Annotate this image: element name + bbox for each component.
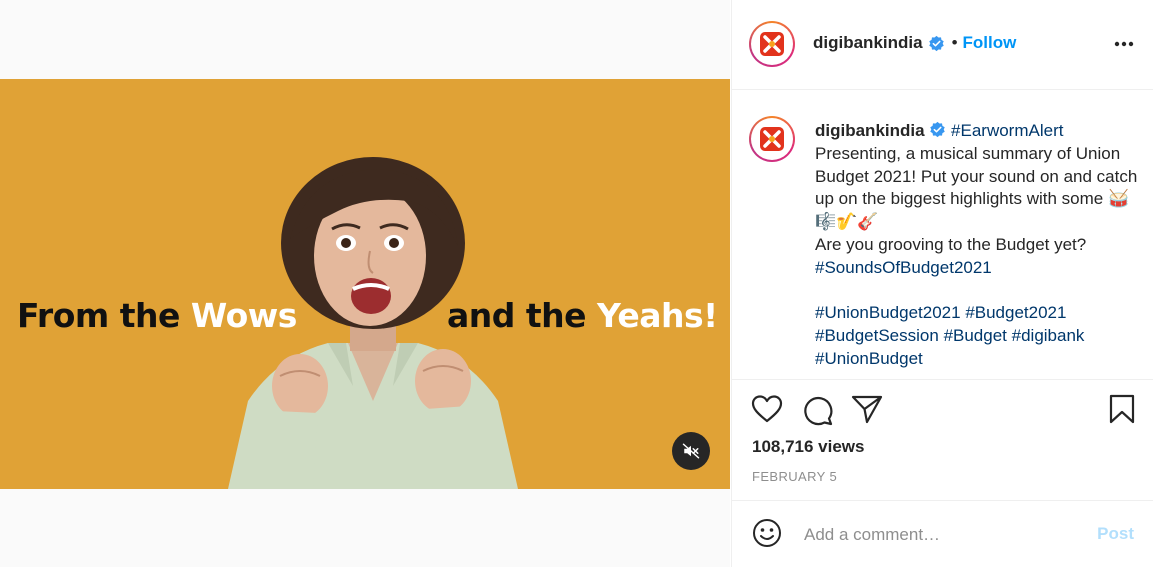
header-username[interactable]: digibankindia — [813, 33, 923, 53]
hashtag-digibank[interactable]: #digibank — [1012, 326, 1085, 345]
share-button[interactable] — [851, 394, 883, 429]
account-avatar[interactable] — [749, 21, 795, 67]
hashtag-budget[interactable]: #Budget — [944, 326, 1007, 345]
post-video[interactable]: From the Wows and the Yeahs! — [0, 79, 730, 489]
post-header: digibankindia • Follow — [732, 0, 1153, 90]
comment-button[interactable] — [801, 394, 833, 431]
more-dots-icon — [1114, 41, 1134, 47]
video-text-right-prefix: and the — [447, 296, 598, 335]
mute-toggle-button[interactable] — [672, 432, 710, 470]
post-comment-button[interactable]: Post — [1097, 524, 1134, 544]
heart-icon — [751, 395, 783, 423]
digibank-logo-icon — [760, 32, 784, 56]
comment-input[interactable] — [802, 521, 1086, 549]
bookmark-icon — [1109, 394, 1135, 424]
emoji-picker-button[interactable] — [752, 518, 782, 553]
video-text-right-highlight: Yeahs! — [597, 296, 718, 335]
smiley-icon — [753, 519, 781, 547]
follow-button[interactable]: Follow — [963, 33, 1017, 53]
separator-dot: • — [951, 33, 958, 52]
more-options-button[interactable] — [1114, 34, 1134, 52]
hashtag-unionbudget[interactable]: #UnionBudget — [815, 349, 923, 368]
verified-badge-icon — [930, 121, 946, 138]
caption-text-main: Presenting, a musical summary of Union B… — [815, 143, 1138, 209]
post-sidebar: digibankindia • Follow digibankindia #Ea… — [731, 0, 1153, 567]
caption-text-question: Are you grooving to the Budget yet? — [815, 234, 1087, 254]
video-text-left-prefix: From the — [17, 296, 191, 335]
view-count[interactable]: 108,716 views — [752, 437, 864, 457]
hashtag-budget2021[interactable]: #Budget2021 — [965, 303, 1066, 322]
post-date[interactable]: FEBRUARY 5 — [752, 469, 837, 484]
media-pane: From the Wows and the Yeahs! — [0, 0, 730, 567]
digibank-logo-icon — [760, 127, 784, 151]
comment-bubble-icon — [804, 396, 833, 426]
caption-avatar[interactable] — [749, 116, 795, 162]
video-text-right: and the Yeahs! — [447, 296, 718, 335]
hashtag-earwormalert[interactable]: #EarwormAlert — [951, 121, 1063, 140]
hashtag-unionbudget2021[interactable]: #UnionBudget2021 — [815, 303, 961, 322]
verified-badge-icon — [928, 35, 944, 51]
header-user: digibankindia • Follow — [813, 33, 1016, 53]
post-caption: digibankindia #EarwormAlert Presenting, … — [815, 120, 1140, 371]
like-button[interactable] — [751, 394, 783, 429]
hashtag-budgetsession[interactable]: #BudgetSession — [815, 326, 939, 345]
speaker-muted-icon — [682, 443, 700, 459]
post-actions: 108,716 views FEBRUARY 5 — [732, 380, 1153, 501]
save-button[interactable] — [1109, 394, 1135, 429]
paper-plane-icon — [851, 395, 883, 424]
comment-bar: Post — [732, 501, 1153, 567]
caption-area: digibankindia #EarwormAlert Presenting, … — [732, 90, 1153, 380]
hashtag-soundsofbudget2021[interactable]: #SoundsOfBudget2021 — [815, 258, 992, 277]
caption-username[interactable]: digibankindia — [815, 121, 925, 140]
